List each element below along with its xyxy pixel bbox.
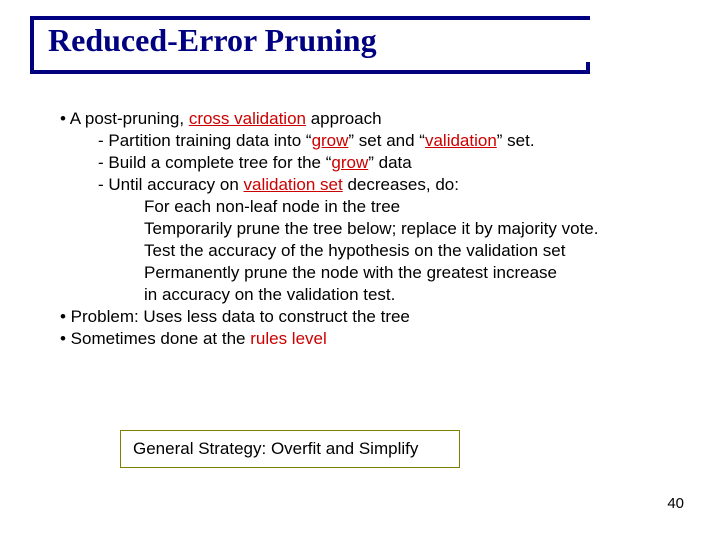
bullet-2: - Until accuracy on validation set decre… (60, 174, 680, 196)
title-border-left (30, 16, 34, 74)
title-border-right (586, 62, 590, 74)
bullet-1: • A post-pruning, cross validation appro… (60, 108, 680, 130)
emphasis-text: grow (331, 153, 368, 172)
text: ” data (368, 153, 411, 172)
emphasis-text: validation set (244, 175, 343, 194)
bullet-1: • Problem: Uses less data to construct t… (60, 306, 680, 328)
strategy-text: General Strategy: Overfit and Simplify (133, 439, 418, 458)
slide-title: Reduced-Error Pruning (48, 22, 377, 59)
page-number: 40 (667, 495, 684, 512)
text: ” set. (497, 131, 535, 150)
title-border-bottom (30, 70, 590, 74)
slide-body: • A post-pruning, cross validation appro… (60, 108, 680, 350)
text: approach (306, 109, 382, 128)
emphasis-text: validation (425, 131, 497, 150)
bullet-3: For each non-leaf node in the tree (60, 196, 680, 218)
emphasis-text: grow (312, 131, 349, 150)
text: • A post-pruning, (60, 109, 189, 128)
slide: Reduced-Error Pruning • A post-pruning, … (0, 0, 720, 540)
bullet-3: in accuracy on the validation test. (60, 284, 680, 306)
text: - Partition training data into “ (98, 131, 312, 150)
text: decreases, do: (343, 175, 459, 194)
bullet-3: Test the accuracy of the hypothesis on t… (60, 240, 680, 262)
text: - Build a complete tree for the “ (98, 153, 331, 172)
emphasis-text: rules level (250, 329, 327, 348)
strategy-box: General Strategy: Overfit and Simplify (120, 430, 460, 468)
text: - Until accuracy on (98, 175, 244, 194)
bullet-1: • Sometimes done at the rules level (60, 328, 680, 350)
text: • Sometimes done at the (60, 329, 250, 348)
bullet-2: - Partition training data into “grow” se… (60, 130, 680, 152)
bullet-2: - Build a complete tree for the “grow” d… (60, 152, 680, 174)
bullet-3: Temporarily prune the tree below; replac… (60, 218, 680, 240)
text: ” set and “ (348, 131, 425, 150)
title-border-top (30, 16, 590, 20)
bullet-3: Permanently prune the node with the grea… (60, 262, 680, 284)
emphasis-text: cross validation (189, 109, 306, 128)
